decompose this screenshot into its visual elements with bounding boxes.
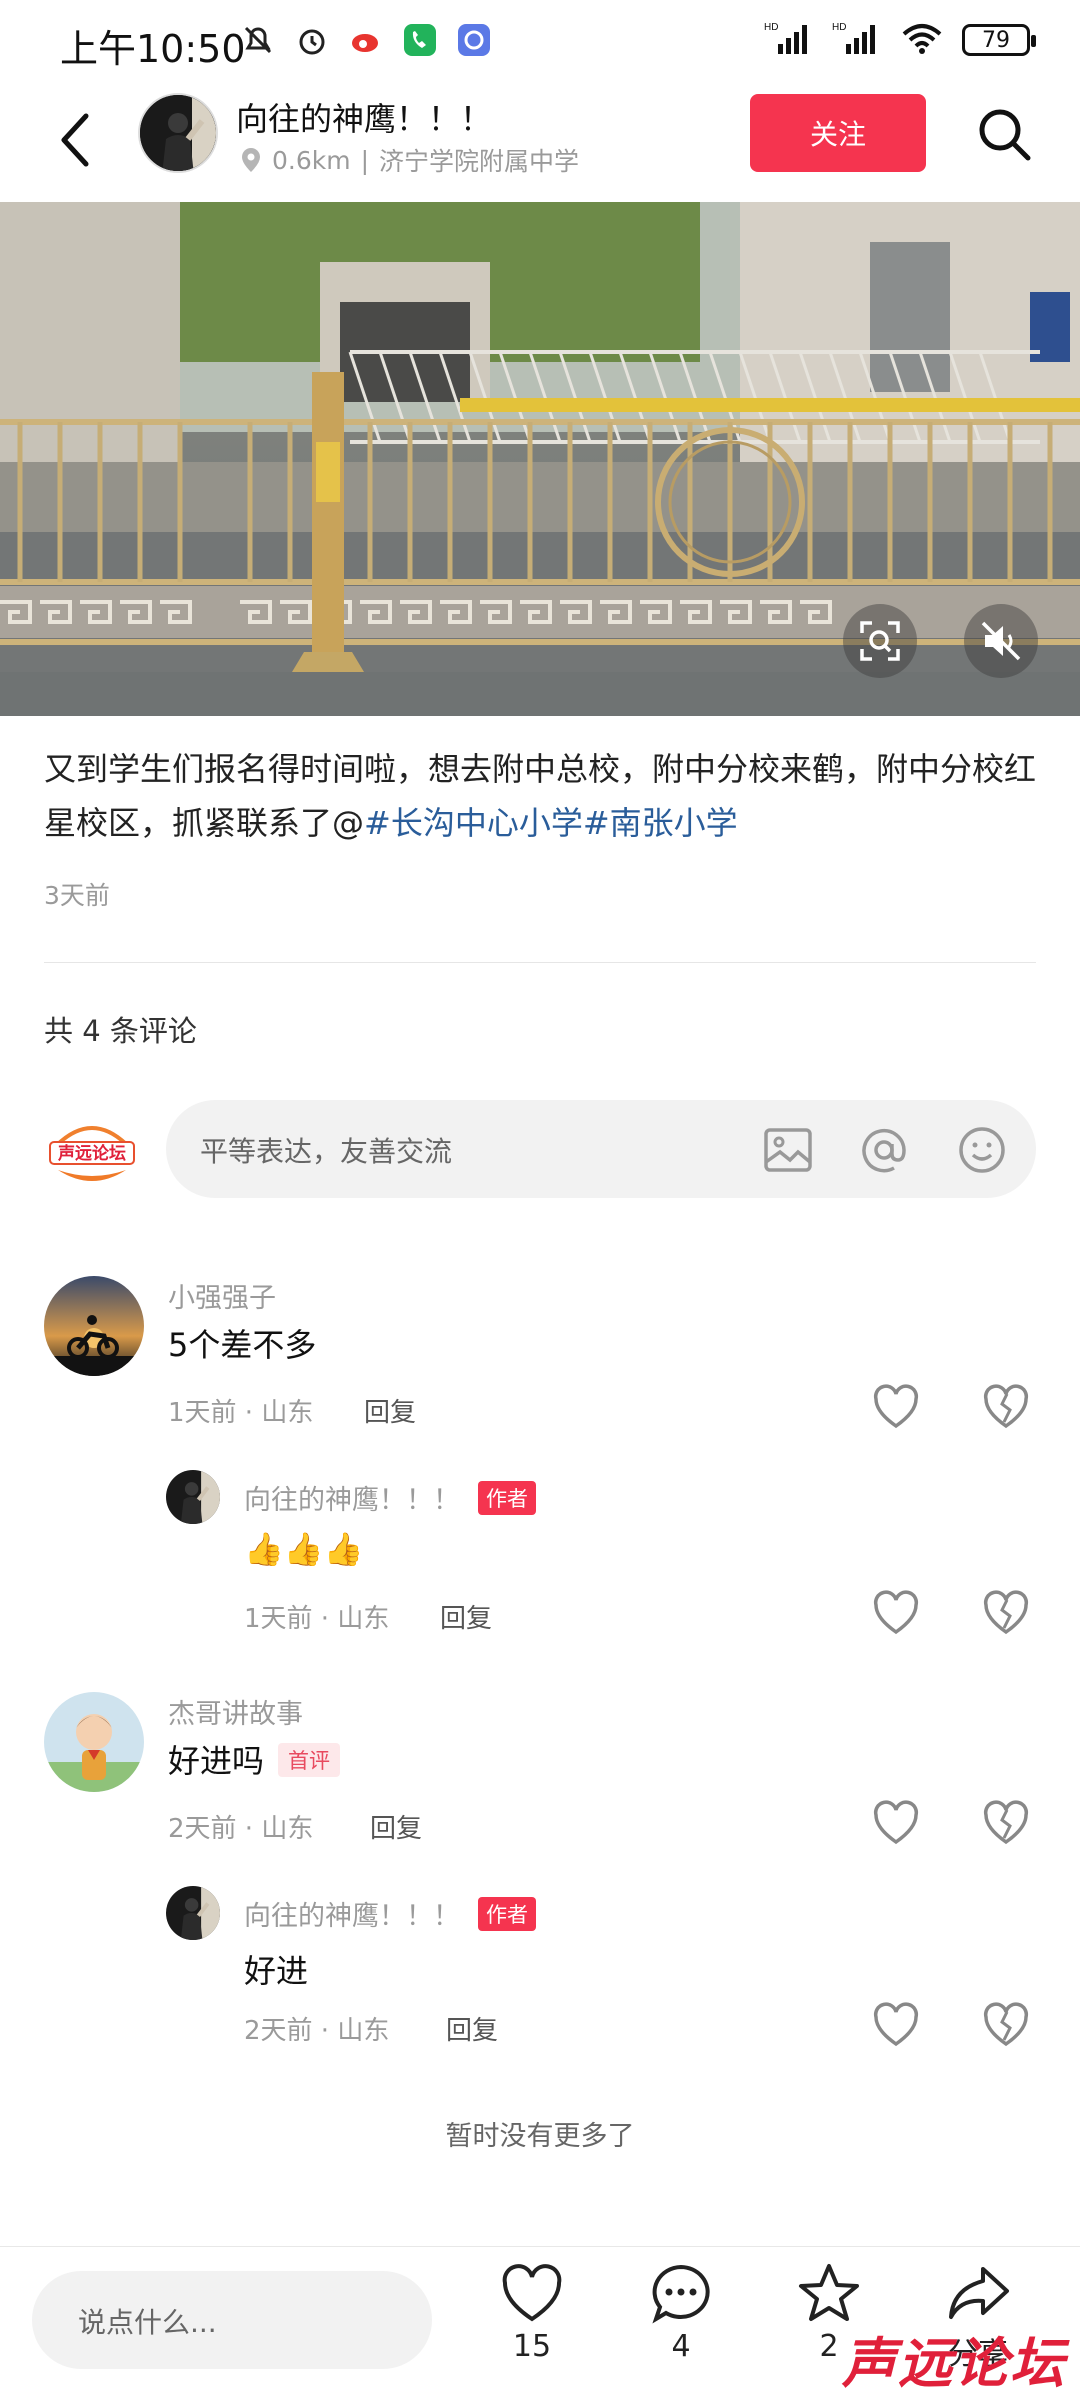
follow-button[interactable]: 关注 [750, 94, 926, 172]
no-more-text: 暂时没有更多了 [445, 2121, 635, 2152]
reply-button[interactable]: 回复 [440, 1598, 492, 1635]
comment-meta: 2天前 · 山东 [168, 1814, 314, 1844]
location-text: 济宁学院附属中学 [379, 147, 580, 176]
reply-item: 向往的神鹰！！！ 作者 好进 2天前 · 山东 回复 [0, 1886, 1080, 2066]
heart-icon [502, 2264, 562, 2322]
phone-app-icon [402, 22, 438, 58]
chevron-left-icon [61, 113, 89, 167]
first-comment-badge: 首评 [278, 1743, 341, 1777]
svg-text:声远论坛: 声远论坛 [57, 1143, 126, 1164]
hashtag-link[interactable]: #南张小学 [583, 804, 738, 842]
post-text: 又到学生们报名得时间啦，想去附中总校，附中分校来鹤，附中分校红星校区，抓紧联系了… [44, 742, 1036, 850]
like-button[interactable]: 15 [472, 2261, 592, 2364]
scan-icon [860, 621, 900, 661]
like-heart-icon[interactable] [870, 1382, 922, 1432]
alarm-icon [294, 22, 330, 58]
author-reply-avatar[interactable] [166, 1886, 220, 1940]
comment-button[interactable]: 4 [621, 2261, 741, 2364]
system-icons: HD HD 79 [764, 20, 1036, 60]
reply-meta: 2天前 · 山东 [244, 2016, 390, 2046]
search-icon [979, 109, 1031, 161]
reply-text: 👍👍👍 [244, 1530, 364, 1568]
mention-icon[interactable] [858, 1124, 910, 1176]
bottom-action-bar: 说点什么... 15 4 2 分享 声远论坛 [0, 2246, 1080, 2400]
divider [44, 962, 1036, 963]
dislike-broken-heart-icon[interactable] [980, 2000, 1032, 2050]
quick-comment-input[interactable]: 说点什么... [32, 2271, 432, 2369]
status-time: 上午10:50 [60, 27, 246, 71]
comment-input[interactable]: 平等表达，友善交流 [166, 1100, 1036, 1198]
search-button[interactable] [972, 102, 1036, 166]
commenter-name[interactable]: 杰哥讲故事 [168, 1692, 303, 1731]
comment-count-bottom: 4 [671, 2329, 691, 2364]
comment-item: 小强强子 5个差不多 1天前 · 山东 回复 [0, 1276, 1080, 1436]
dislike-broken-heart-icon[interactable] [980, 1588, 1032, 1638]
author-location: 0.6km | 济宁学院附属中学 [240, 142, 579, 178]
forum-watermark: 声远论坛 [842, 2331, 1066, 2395]
dislike-broken-heart-icon[interactable] [980, 1798, 1032, 1848]
status-bar: 上午10:50 HD HD 79 [0, 0, 1080, 80]
reply-item: 向往的神鹰！！！ 作者 👍👍👍 1天前 · 山东 回复 [0, 1470, 1080, 1650]
author-name[interactable]: 向往的神鹰！！！ [236, 94, 492, 140]
notification-icons [240, 22, 492, 58]
comment-item: 杰哥讲故事 好进吗 首评 2天前 · 山东 回复 [0, 1692, 1080, 1852]
comment-text: 好进吗 [168, 1742, 265, 1780]
replier-name[interactable]: 向往的神鹰！！！ [244, 1901, 460, 1932]
reply-name-row: 向往的神鹰！！！ 作者 [244, 1478, 536, 1517]
forum-logo-avatar: 声远论坛 [44, 1108, 140, 1192]
commenter-avatar[interactable] [44, 1692, 144, 1792]
reply-button[interactable]: 回复 [446, 2010, 498, 2047]
meta-separator: | [360, 145, 370, 175]
commenter-avatar[interactable] [44, 1276, 144, 1376]
author-avatar[interactable] [138, 93, 218, 173]
back-button[interactable] [48, 104, 108, 174]
replier-name[interactable]: 向往的神鹰！！！ [244, 1485, 460, 1516]
quick-comment-placeholder: 说点什么... [78, 2306, 217, 2339]
battery-indicator: 79 [962, 24, 1036, 56]
signal-icon: HD [764, 20, 814, 60]
reply-text: 好进 [244, 1952, 309, 1990]
header: 向往的神鹰！！！ 0.6km | 济宁学院附属中学 关注 [0, 88, 1080, 188]
emoji-icon[interactable] [956, 1124, 1008, 1176]
like-count: 15 [512, 2329, 552, 2364]
comment-meta: 1天前 · 山东 [168, 1398, 314, 1428]
street-fence-photo [0, 202, 1080, 716]
like-heart-icon[interactable] [870, 1798, 922, 1848]
reply-name-row: 向往的神鹰！！！ 作者 [244, 1894, 536, 1933]
signal-icon-2: HD [832, 20, 882, 60]
reply-meta: 1天前 · 山东 [244, 1604, 390, 1634]
visual-search-button[interactable] [843, 604, 917, 678]
comment-text-row: 好进吗 首评 [168, 1736, 341, 1782]
hashtag-link[interactable]: #长沟中心小学 [364, 804, 583, 842]
like-heart-icon[interactable] [870, 1588, 922, 1638]
svg-text:HD: HD [764, 22, 778, 33]
star-icon [799, 2264, 859, 2321]
weibo-icon [348, 22, 384, 58]
muted-speaker-icon [981, 621, 1021, 661]
app-icon [456, 22, 492, 58]
svg-text:HD: HD [832, 22, 846, 33]
post-image[interactable] [0, 202, 1080, 716]
wifi-icon [900, 20, 944, 60]
location-pin-icon [242, 148, 260, 172]
share-arrow-icon [949, 2267, 1009, 2319]
author-badge: 作者 [478, 1481, 536, 1515]
dislike-broken-heart-icon[interactable] [980, 1382, 1032, 1432]
post-time: 3天前 [44, 881, 110, 910]
comment-text: 5个差不多 [168, 1326, 317, 1364]
image-icon[interactable] [762, 1124, 814, 1176]
distance-text: 0.6km [272, 145, 351, 175]
comment-input-placeholder: 平等表达，友善交流 [200, 1135, 453, 1168]
like-heart-icon[interactable] [870, 2000, 922, 2050]
mute-icon [240, 22, 276, 58]
author-reply-avatar[interactable] [166, 1470, 220, 1524]
mute-toggle-button[interactable] [964, 604, 1038, 678]
commenter-name[interactable]: 小强强子 [168, 1276, 276, 1315]
author-badge: 作者 [478, 1897, 536, 1931]
comment-bubble-icon [652, 2264, 710, 2324]
reply-button[interactable]: 回复 [364, 1392, 416, 1429]
comment-count: 共 4 条评论 [44, 1014, 197, 1048]
reply-button[interactable]: 回复 [370, 1808, 422, 1845]
